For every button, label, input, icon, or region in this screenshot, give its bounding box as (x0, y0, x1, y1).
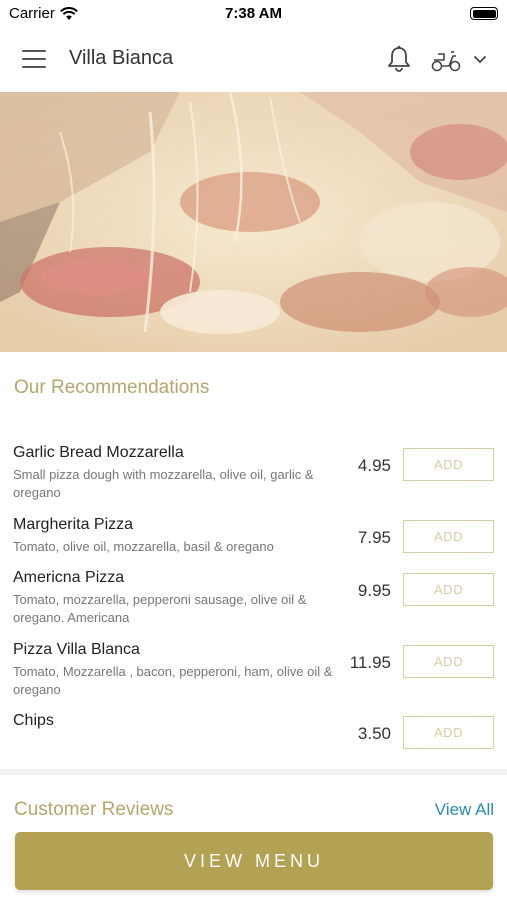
bell-icon[interactable] (384, 44, 414, 74)
item-price: 3.50 (357, 724, 391, 743)
add-button[interactable]: ADD (403, 448, 494, 481)
hamburger-menu-icon[interactable] (22, 50, 46, 68)
page-title: Villa Bianca (69, 47, 174, 69)
item-name: Margherita Pizza (13, 516, 134, 533)
view-menu-button[interactable]: VIEW MENU (15, 832, 493, 890)
recommendations-title: Our Recommendations (14, 377, 210, 398)
add-button[interactable]: ADD (403, 520, 494, 553)
section-divider (0, 769, 507, 775)
add-button[interactable]: ADD (403, 645, 494, 678)
hero-image (0, 92, 507, 352)
add-button[interactable]: ADD (403, 716, 494, 749)
item-price: 4.95 (357, 456, 391, 475)
view-all-link[interactable]: View All (435, 800, 494, 820)
item-price: 7.95 (357, 528, 391, 547)
item-price: 9.95 (357, 581, 391, 600)
item-name: Pizza Villa Blanca (13, 641, 140, 658)
item-description: Tomato, mozzarella, pepperoni sausage, o… (13, 592, 307, 625)
status-bar: Carrier 7:38 AM (0, 0, 507, 28)
scooter-icon[interactable] (430, 46, 462, 74)
pizza-photo (0, 92, 507, 352)
status-time: 7:38 AM (225, 5, 282, 22)
nav-bar: Villa Bianca (0, 28, 507, 92)
item-name: Garlic Bread Mozzarella (13, 444, 184, 461)
reviews-title: Customer Reviews (14, 799, 174, 820)
item-description: Small pizza dough with mozzarella, olive… (13, 467, 314, 500)
item-name: Americna Pizza (13, 569, 125, 586)
chevron-down-icon[interactable] (472, 52, 488, 68)
add-button[interactable]: ADD (403, 573, 494, 606)
item-price: 11.95 (349, 653, 391, 672)
item-description: Tomato, Mozzarella , bacon, pepperoni, h… (13, 664, 333, 697)
item-name: Chips (13, 712, 54, 729)
item-description: Tomato, olive oil, mozzarella, basil & o… (13, 539, 274, 554)
battery-icon (470, 7, 498, 20)
